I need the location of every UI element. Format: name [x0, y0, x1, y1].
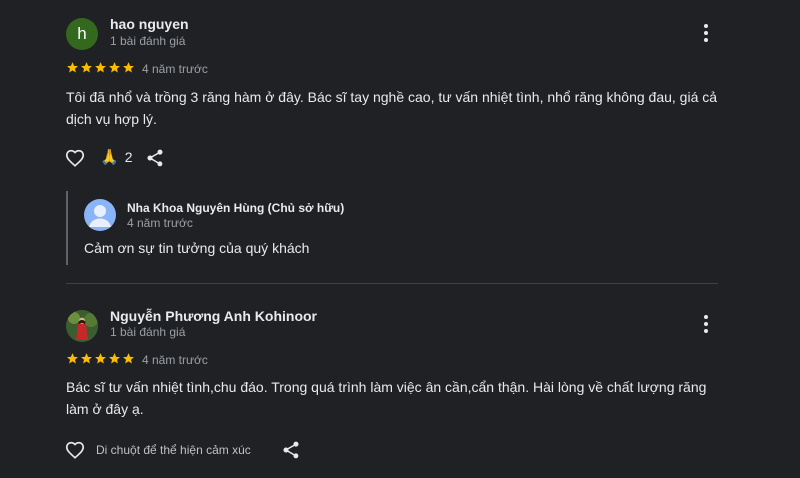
share-button[interactable]	[145, 148, 165, 168]
reaction-count: 2	[124, 149, 133, 165]
reaction-hover-hint: Di chuột để thể hiện cảm xúc	[96, 443, 251, 457]
pray-emoji-icon: 🙏	[100, 149, 119, 166]
owner-avatar[interactable]	[84, 199, 116, 231]
star-icon	[67, 62, 78, 73]
avatar[interactable]	[66, 310, 98, 342]
more-vert-icon	[704, 315, 708, 319]
reviewer-name[interactable]: hao nguyen	[110, 16, 189, 32]
star-icon	[81, 62, 92, 73]
star-rating	[66, 352, 135, 365]
avatar-letter: h	[77, 24, 87, 43]
like-button[interactable]	[64, 147, 86, 169]
person-icon	[89, 205, 111, 227]
more-vert-dot	[704, 31, 708, 35]
reply-date: 4 năm trước	[127, 216, 193, 230]
more-options-button[interactable]	[694, 312, 718, 336]
more-options-button[interactable]	[694, 21, 718, 45]
like-button[interactable]	[64, 439, 86, 461]
avatar[interactable]: h	[66, 18, 98, 50]
share-icon	[147, 149, 163, 167]
star-icon	[95, 353, 106, 364]
review-date: 4 năm trước	[142, 62, 208, 76]
reply-text: Cảm ơn sự tin tưởng của quý khách	[84, 240, 310, 256]
share-button[interactable]	[281, 440, 301, 460]
reply-indicator-bar	[66, 191, 68, 265]
star-rating	[66, 61, 135, 74]
star-icon	[67, 353, 78, 364]
star-icon	[81, 353, 92, 364]
review-count: 1 bài đánh giá	[110, 34, 186, 48]
star-icon	[123, 62, 134, 73]
more-vert-icon	[704, 24, 708, 28]
reviewer-name[interactable]: Nguyễn Phương Anh Kohinoor	[110, 308, 317, 324]
star-icon	[109, 353, 120, 364]
heart-icon	[65, 441, 85, 459]
star-icon	[109, 62, 120, 73]
more-vert-dot	[704, 38, 708, 42]
reaction-button[interactable]: 🙏 2	[100, 148, 132, 166]
star-icon	[123, 353, 134, 364]
divider	[66, 283, 718, 284]
more-vert-dot	[704, 329, 708, 333]
avatar-photo-icon	[66, 310, 98, 342]
share-icon	[283, 441, 299, 459]
more-vert-dot	[704, 322, 708, 326]
heart-icon	[65, 149, 85, 167]
review-text: Bác sĩ tư vấn nhiệt tình,chu đáo. Trong …	[66, 379, 707, 417]
review-text: Tôi đã nhổ và trồng 3 răng hàm ở đây. Bá…	[66, 89, 718, 127]
review-count: 1 bài đánh giá	[110, 325, 186, 339]
review-date: 4 năm trước	[142, 353, 208, 367]
owner-name[interactable]: Nha Khoa Nguyên Hùng (Chủ sở hữu)	[127, 201, 344, 215]
star-icon	[95, 62, 106, 73]
